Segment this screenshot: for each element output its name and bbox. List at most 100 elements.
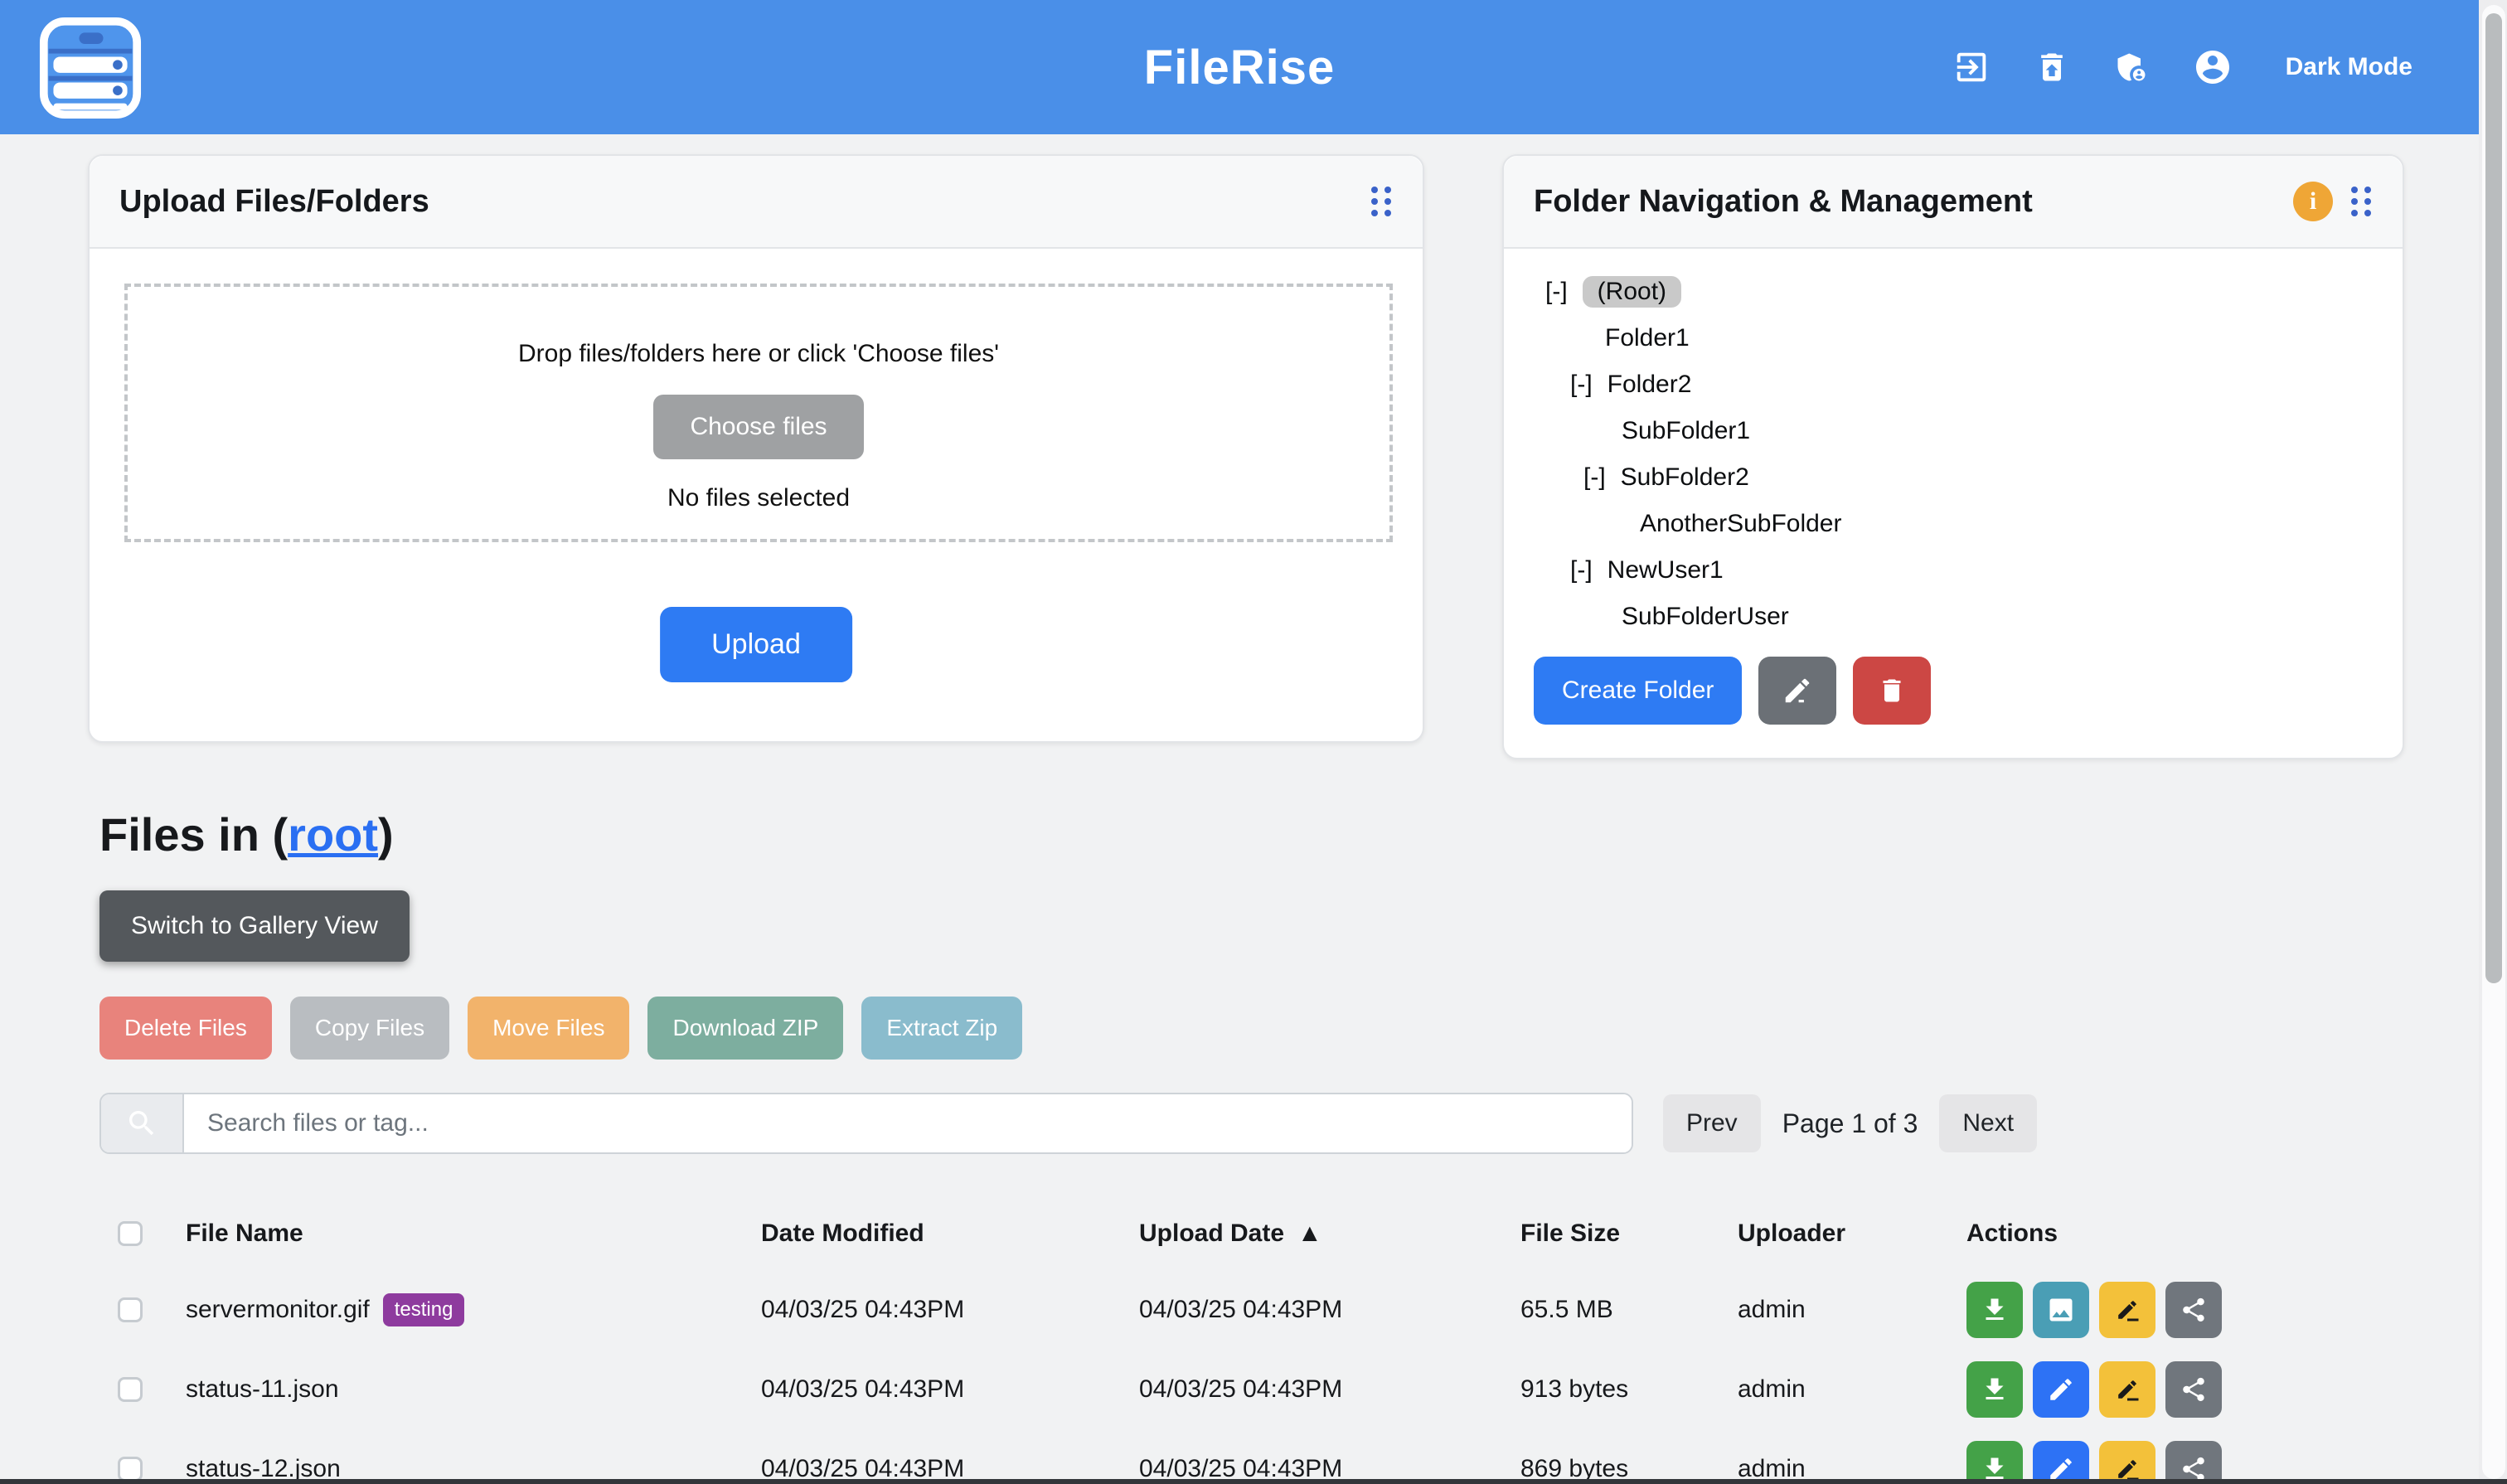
files-heading-suffix: ): [378, 808, 394, 861]
column-header-date-modified[interactable]: Date Modified: [761, 1220, 1139, 1248]
column-header-upload-date[interactable]: Upload Date▲: [1139, 1220, 1520, 1248]
upload-button[interactable]: Upload: [660, 607, 852, 682]
drag-handle-icon[interactable]: [2349, 185, 2373, 218]
row-checkbox[interactable]: [118, 1297, 143, 1322]
file-dropzone[interactable]: Drop files/folders here or click 'Choose…: [124, 284, 1393, 542]
root-folder-link[interactable]: root: [288, 808, 378, 861]
folder-tree-item[interactable]: [-] Folder2: [1504, 361, 2403, 408]
folder-card-header: Folder Navigation & Management i: [1504, 156, 2403, 249]
pencil-line-icon: [2112, 1295, 2142, 1325]
image-icon: [2046, 1295, 2076, 1325]
select-all-checkbox[interactable]: [118, 1221, 143, 1246]
folder-tree: [-](Root) Folder1 [-]Folder2 SubFolder1 …: [1504, 249, 2403, 640]
admin-shield-icon[interactable]: [2113, 49, 2150, 85]
pagination: Prev Page 1 of 3 Next: [1663, 1094, 2037, 1152]
column-header-uploader[interactable]: Uploader: [1738, 1220, 1966, 1248]
app-header: FileRise Dark Mode: [0, 0, 2479, 134]
logout-icon[interactable]: [1952, 48, 1991, 86]
folder-tree-item-root[interactable]: [-] (Root): [1504, 269, 2403, 315]
search-input[interactable]: [184, 1094, 1632, 1152]
folder-label[interactable]: SubFolder2: [1621, 463, 1749, 492]
row-checkbox[interactable]: [118, 1377, 143, 1402]
search-row: Prev Page 1 of 3 Next: [99, 1093, 2037, 1154]
pencil-line-icon: [2112, 1375, 2142, 1404]
delete-files-button[interactable]: Delete Files: [99, 997, 272, 1060]
folder-tree-item[interactable]: Folder1: [1504, 315, 2403, 361]
row-checkbox[interactable]: [118, 1457, 143, 1482]
tree-collapse-toggle[interactable]: [-]: [1570, 556, 1593, 584]
dark-mode-toggle[interactable]: Dark Mode: [2286, 53, 2412, 81]
search-group: [99, 1093, 1633, 1154]
folder-label[interactable]: Folder2: [1607, 371, 1692, 399]
folder-label[interactable]: SubFolderUser: [1622, 603, 1789, 631]
prev-page-button[interactable]: Prev: [1663, 1094, 1761, 1152]
table-row[interactable]: status-11.json 04/03/25 04:43PM 04/03/25…: [99, 1350, 2421, 1429]
create-folder-button[interactable]: Create Folder: [1534, 657, 1742, 725]
folder-tree-item[interactable]: SubFolder1: [1504, 408, 2403, 454]
edit-file-button[interactable]: [2033, 1361, 2089, 1418]
folder-tree-item[interactable]: [-] SubFolder2: [1504, 454, 2403, 501]
folder-label[interactable]: AnotherSubFolder: [1640, 510, 1842, 538]
copy-files-button[interactable]: Copy Files: [290, 997, 449, 1060]
table-row[interactable]: status-12.json 04/03/25 04:43PM 04/03/25…: [99, 1429, 2421, 1484]
trash-restore-icon[interactable]: [2034, 49, 2070, 85]
share-icon: [2180, 1375, 2208, 1404]
row-actions: [1966, 1441, 2421, 1484]
table-row[interactable]: servermonitor.giftesting 04/03/25 04:43P…: [99, 1270, 2421, 1350]
row-actions: [1966, 1361, 2421, 1418]
folder-label[interactable]: SubFolder1: [1622, 417, 1750, 445]
table-header-row: File Name Date Modified Upload Date▲ Fil…: [99, 1197, 2421, 1270]
download-button[interactable]: [1966, 1282, 2023, 1338]
share-button[interactable]: [2165, 1441, 2222, 1484]
pencil-icon: [2047, 1375, 2075, 1404]
folder-tree-item[interactable]: AnotherSubFolder: [1504, 501, 2403, 547]
column-header-file-size[interactable]: File Size: [1520, 1220, 1738, 1248]
rename-folder-button[interactable]: [1758, 657, 1836, 725]
delete-folder-button[interactable]: [1853, 657, 1931, 725]
column-header-actions: Actions: [1966, 1220, 2421, 1248]
info-icon[interactable]: i: [2293, 182, 2333, 221]
download-icon: [1980, 1375, 2010, 1404]
preview-image-button[interactable]: [2033, 1282, 2089, 1338]
scrollbar-thumb[interactable]: [2485, 13, 2502, 983]
tree-collapse-toggle[interactable]: [-]: [1545, 278, 1568, 306]
profile-icon[interactable]: [2193, 47, 2233, 87]
folder-label[interactable]: (Root): [1583, 276, 1681, 308]
switch-gallery-view-button[interactable]: Switch to Gallery View: [99, 890, 410, 962]
upload-date: 04/03/25 04:43PM: [1139, 1375, 1520, 1404]
folder-label[interactable]: NewUser1: [1607, 556, 1724, 584]
pencil-icon: [1782, 675, 1813, 706]
bulk-actions-toolbar: Delete Files Copy Files Move Files Downl…: [99, 997, 1022, 1060]
tree-collapse-toggle[interactable]: [-]: [1583, 463, 1606, 492]
date-modified: 04/03/25 04:43PM: [761, 1375, 1139, 1404]
extract-zip-button[interactable]: Extract Zip: [861, 997, 1022, 1060]
share-button[interactable]: [2165, 1361, 2222, 1418]
drag-handle-icon[interactable]: [1370, 185, 1393, 218]
download-button[interactable]: [1966, 1361, 2023, 1418]
upload-date: 04/03/25 04:43PM: [1139, 1296, 1520, 1324]
folder-tree-item[interactable]: [-] NewUser1: [1504, 547, 2403, 594]
file-size: 65.5 MB: [1520, 1296, 1738, 1324]
folder-tree-item[interactable]: SubFolderUser: [1504, 594, 2403, 640]
rename-tag-button[interactable]: [2099, 1441, 2155, 1484]
column-header-file-name[interactable]: File Name: [186, 1220, 761, 1248]
edit-file-button[interactable]: [2033, 1441, 2089, 1484]
download-button[interactable]: [1966, 1441, 2023, 1484]
share-button[interactable]: [2165, 1282, 2222, 1338]
upload-card-title: Upload Files/Folders: [119, 184, 429, 220]
sort-asc-icon: ▲: [1297, 1220, 1322, 1248]
choose-files-button[interactable]: Choose files: [653, 395, 863, 459]
rename-tag-button[interactable]: [2099, 1282, 2155, 1338]
page-status: Page 1 of 3: [1782, 1108, 1918, 1139]
rename-tag-button[interactable]: [2099, 1361, 2155, 1418]
viewport-bottom-edge: [0, 1479, 2507, 1484]
file-size: 913 bytes: [1520, 1375, 1738, 1404]
row-actions: [1966, 1282, 2421, 1338]
next-page-button[interactable]: Next: [1939, 1094, 2037, 1152]
move-files-button[interactable]: Move Files: [468, 997, 629, 1060]
folder-actions: Create Folder: [1534, 657, 1931, 725]
tree-collapse-toggle[interactable]: [-]: [1570, 371, 1593, 399]
folder-label[interactable]: Folder1: [1605, 324, 1690, 352]
download-zip-button[interactable]: Download ZIP: [647, 997, 843, 1060]
download-icon: [1980, 1295, 2010, 1325]
